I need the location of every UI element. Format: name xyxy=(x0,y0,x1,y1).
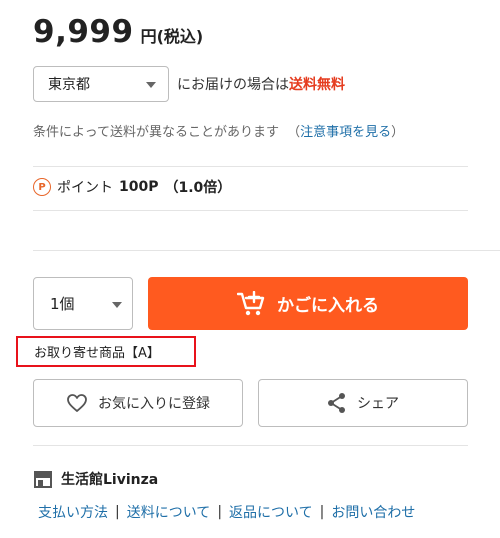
chevron-down-icon xyxy=(146,82,156,88)
link-payment[interactable]: 支払い方法 xyxy=(38,502,108,522)
delivery-text: にお届けの場合は xyxy=(177,77,289,93)
order-note: お取り寄せ商品【A】 xyxy=(16,336,196,367)
chevron-down-icon xyxy=(112,302,122,308)
share-button[interactable]: シェア xyxy=(258,379,468,427)
prefecture-value: 東京都 xyxy=(48,77,90,93)
add-to-cart-label: かごに入れる xyxy=(277,296,379,316)
heart-icon xyxy=(67,394,87,412)
store-icon xyxy=(34,471,52,488)
add-to-cart-button[interactable]: かごに入れる xyxy=(148,277,468,330)
delivery-info: にお届けの場合は送料無料 xyxy=(177,74,345,94)
notice-open: （ xyxy=(287,125,301,140)
prefecture-select[interactable]: 東京都 xyxy=(33,66,169,102)
condition-text: 条件によって送料が異なることがあります xyxy=(33,125,279,140)
link-separator: | xyxy=(115,504,120,520)
divider xyxy=(33,210,468,211)
notice-link[interactable]: 注意事項を見る xyxy=(300,125,391,140)
favorite-button[interactable]: お気に入りに登録 xyxy=(33,379,243,427)
point-icon: P xyxy=(33,178,51,196)
link-shipping[interactable]: 送料について xyxy=(127,502,211,522)
price: 9,999 円(税込) xyxy=(33,14,203,50)
order-note-text: お取り寄せ商品【A】 xyxy=(34,346,160,361)
divider xyxy=(33,250,500,251)
share-label: シェア xyxy=(357,396,399,412)
cart-plus-icon xyxy=(237,290,265,315)
quantity-select[interactable]: 1個 xyxy=(33,277,133,330)
link-contact[interactable]: お問い合わせ xyxy=(331,502,415,522)
notice-close: ） xyxy=(391,125,405,140)
quantity-value: 1個 xyxy=(50,295,75,313)
divider xyxy=(33,445,468,446)
points-label: ポイント xyxy=(57,180,113,196)
divider xyxy=(33,166,468,167)
shop-name[interactable]: 生活館Livinza xyxy=(33,469,158,489)
price-unit: 円(税込) xyxy=(140,27,204,46)
points-value: 100P xyxy=(119,179,159,195)
free-shipping-label: 送料無料 xyxy=(289,77,345,93)
points-rate: （1.0倍） xyxy=(164,180,232,196)
link-separator: | xyxy=(319,504,325,520)
price-amount: 9,999 xyxy=(33,14,134,50)
favorite-label: お気に入りに登録 xyxy=(98,396,210,412)
shop-name-text: 生活館Livinza xyxy=(61,472,159,488)
shop-links: 支払い方法 | 送料について | 返品について | お問い合わせ xyxy=(38,502,415,522)
link-returns[interactable]: 返品について xyxy=(229,502,313,522)
shipping-condition: 条件によって送料が異なることがあります （注意事項を見る） xyxy=(33,121,404,140)
share-icon xyxy=(328,393,345,413)
points-row: P ポイント 100P （1.0倍） xyxy=(33,177,231,197)
link-separator: | xyxy=(217,504,223,520)
